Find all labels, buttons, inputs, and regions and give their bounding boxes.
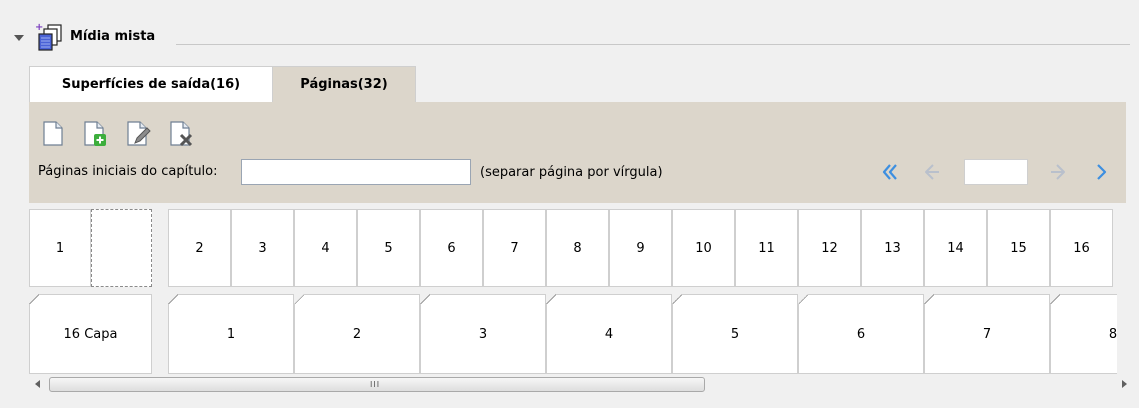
- page-thumbnail[interactable]: 13: [861, 209, 924, 287]
- page-thumbnail[interactable]: 1: [29, 209, 91, 287]
- page-thumbnail[interactable]: 4: [294, 209, 357, 287]
- page-thumbnail[interactable]: 12: [798, 209, 861, 287]
- page-thumbnail[interactable]: 11: [735, 209, 798, 287]
- collapse-triangle-icon[interactable]: [14, 35, 24, 41]
- output-sheets-row: 16 Capa 1 2 3 4 5 6 7 8: [29, 294, 1117, 374]
- output-sheet[interactable]: 5: [672, 294, 798, 374]
- page-thumbnail[interactable]: 9: [609, 209, 672, 287]
- output-sheet[interactable]: 6: [798, 294, 924, 374]
- page-thumbnail[interactable]: 14: [924, 209, 987, 287]
- add-page-icon[interactable]: [81, 118, 109, 148]
- page-thumbnail[interactable]: 8: [546, 209, 609, 287]
- previous-page-icon[interactable]: [922, 162, 942, 182]
- page-thumbnail[interactable]: 5: [357, 209, 420, 287]
- section-header: + Mídia mista: [8, 22, 1130, 51]
- next-page-icon[interactable]: [1048, 162, 1068, 182]
- separator-hint: (separar página por vírgula): [480, 165, 663, 180]
- mixed-media-icon: +: [35, 22, 62, 51]
- svg-text:+: +: [35, 22, 43, 33]
- page-thumbnail[interactable]: 15: [987, 209, 1050, 287]
- chapter-start-label: Páginas iniciais do capítulo:: [38, 164, 218, 179]
- edit-page-icon[interactable]: [124, 118, 152, 148]
- section-title: Mídia mista: [70, 29, 156, 44]
- chapter-start-input[interactable]: [241, 159, 471, 185]
- page-thumbnail[interactable]: 6: [420, 209, 483, 287]
- page-thumbnail[interactable]: 2: [168, 209, 231, 287]
- horizontal-scrollbar[interactable]: III: [29, 376, 1133, 393]
- page-number-input[interactable]: [964, 159, 1028, 185]
- scroll-left-arrow-icon[interactable]: [35, 380, 40, 388]
- tab-pages[interactable]: Páginas(32): [273, 66, 416, 102]
- last-page-icon[interactable]: [1092, 162, 1112, 182]
- first-page-icon[interactable]: [880, 162, 900, 182]
- tab-output-surfaces[interactable]: Superfícies de saída(16): [29, 66, 273, 102]
- page-thumbnails-row: 1 2 3 4 5 6 7 8 9 10 11 12 13 14 15 16: [29, 209, 1117, 287]
- blank-page-thumbnail[interactable]: [91, 209, 152, 287]
- scroll-right-arrow-icon[interactable]: [1122, 380, 1127, 388]
- output-sheet[interactable]: 7: [924, 294, 1050, 374]
- cover-sheet[interactable]: 16 Capa: [29, 294, 152, 374]
- output-sheet[interactable]: 4: [546, 294, 672, 374]
- scroll-thumb[interactable]: III: [49, 377, 705, 392]
- output-sheet[interactable]: 2: [294, 294, 420, 374]
- page-thumbnail[interactable]: 16: [1050, 209, 1113, 287]
- output-sheet[interactable]: 8: [1050, 294, 1117, 374]
- section-divider: [176, 44, 1130, 45]
- output-sheet[interactable]: 3: [420, 294, 546, 374]
- page-thumbnail[interactable]: 7: [483, 209, 546, 287]
- page-thumbnail[interactable]: 3: [231, 209, 294, 287]
- output-sheet[interactable]: 1: [168, 294, 294, 374]
- pages-toolbar: Páginas iniciais do capítulo: (separar p…: [29, 102, 1126, 203]
- new-page-icon[interactable]: [38, 118, 66, 148]
- page-thumbnail[interactable]: 10: [672, 209, 735, 287]
- delete-page-icon[interactable]: [167, 118, 195, 148]
- scroll-grip: III: [370, 380, 381, 389]
